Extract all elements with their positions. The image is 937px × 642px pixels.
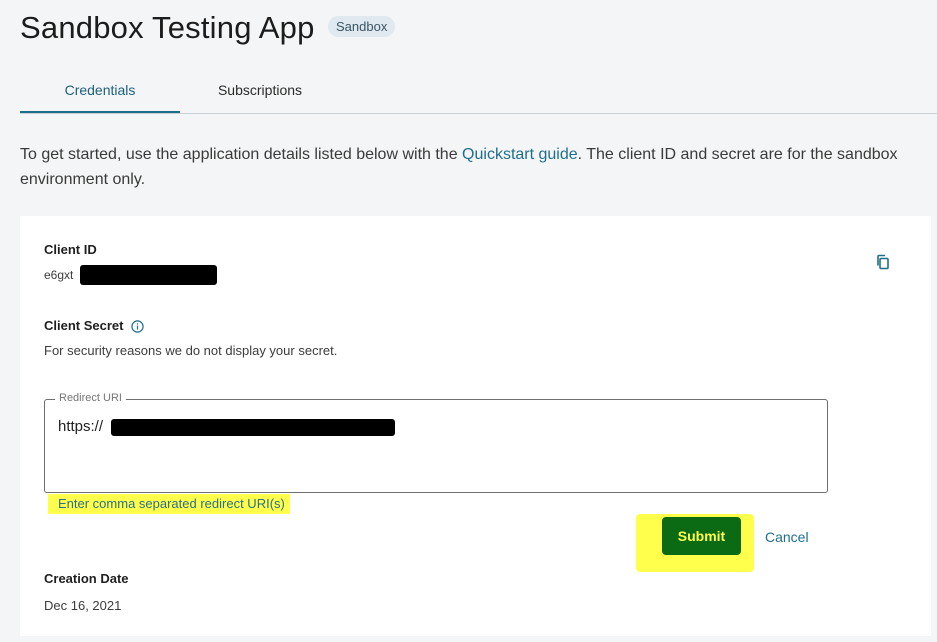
info-icon[interactable]	[131, 320, 144, 333]
page-title: Sandbox Testing App	[20, 10, 315, 45]
creation-date-label: Creation Date	[44, 571, 129, 586]
tab-subscriptions[interactable]: Subscriptions	[180, 70, 340, 111]
client-id-label: Client ID	[44, 242, 97, 257]
quickstart-guide-link[interactable]: Quickstart guide	[462, 146, 578, 163]
client-id-redaction	[80, 265, 217, 285]
redirect-uri-field[interactable]: Redirect URI https://	[44, 392, 828, 493]
intro-text: To get started, use the application deta…	[20, 142, 910, 192]
client-id-value: e6gxt	[44, 268, 74, 282]
client-secret-label: Client Secret	[44, 318, 124, 333]
client-secret-note: For security reasons we do not display y…	[44, 343, 338, 358]
tab-credentials[interactable]: Credentials	[20, 70, 180, 113]
redirect-uri-hint: Enter comma separated redirect URI(s)	[48, 494, 290, 514]
credentials-card: Client ID e6gxt Client Secret For securi…	[20, 216, 931, 636]
intro-text-before: To get started, use the application deta…	[20, 146, 463, 163]
tab-bar: Credentials Subscriptions	[20, 70, 937, 114]
redirect-uri-label: Redirect URI	[55, 392, 126, 404]
redirect-uri-redaction	[111, 419, 395, 436]
creation-date-value: Dec 16, 2021	[44, 598, 122, 613]
environment-badge: Sandbox	[328, 16, 396, 37]
cancel-button[interactable]: Cancel	[765, 529, 809, 545]
submit-button[interactable]: Submit	[662, 517, 741, 555]
copy-icon[interactable]	[875, 254, 891, 270]
redirect-uri-value[interactable]: https://	[58, 418, 103, 435]
